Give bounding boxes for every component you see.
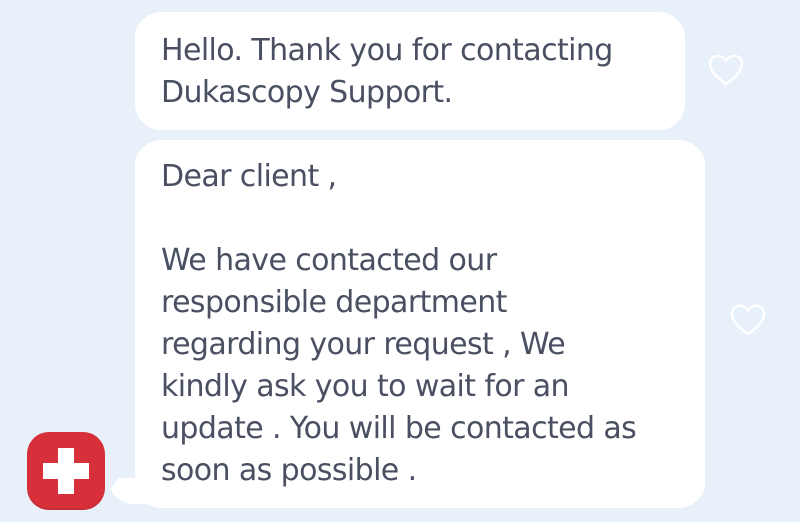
message-text-line: Hello. Thank you for contacting [161, 33, 613, 68]
message-greeting: Dear client , [161, 159, 337, 194]
message-text-line: regarding your request , We [161, 327, 566, 362]
message-text-line: We have contacted our [161, 243, 497, 278]
message-paragraph-gap [161, 198, 679, 240]
heart-outline-icon[interactable] [707, 53, 745, 87]
swiss-cross-icon [43, 448, 89, 494]
message-bubble-support-reply[interactable]: Dear client , We have contacted our resp… [135, 140, 705, 508]
message-text-line: Dukascopy Support. [161, 75, 453, 110]
heart-outline-icon[interactable] [729, 303, 767, 337]
message-text-line: soon as possible . [161, 453, 417, 488]
message-text-line: update . You will be contacted as [161, 411, 637, 446]
message-text-line: responsible department [161, 285, 507, 320]
support-avatar[interactable] [27, 432, 105, 510]
message-bubble-support-greeting[interactable]: Hello. Thank you for contacting Dukascop… [135, 12, 685, 130]
message-text-line: kindly ask you to wait for an [161, 369, 570, 404]
